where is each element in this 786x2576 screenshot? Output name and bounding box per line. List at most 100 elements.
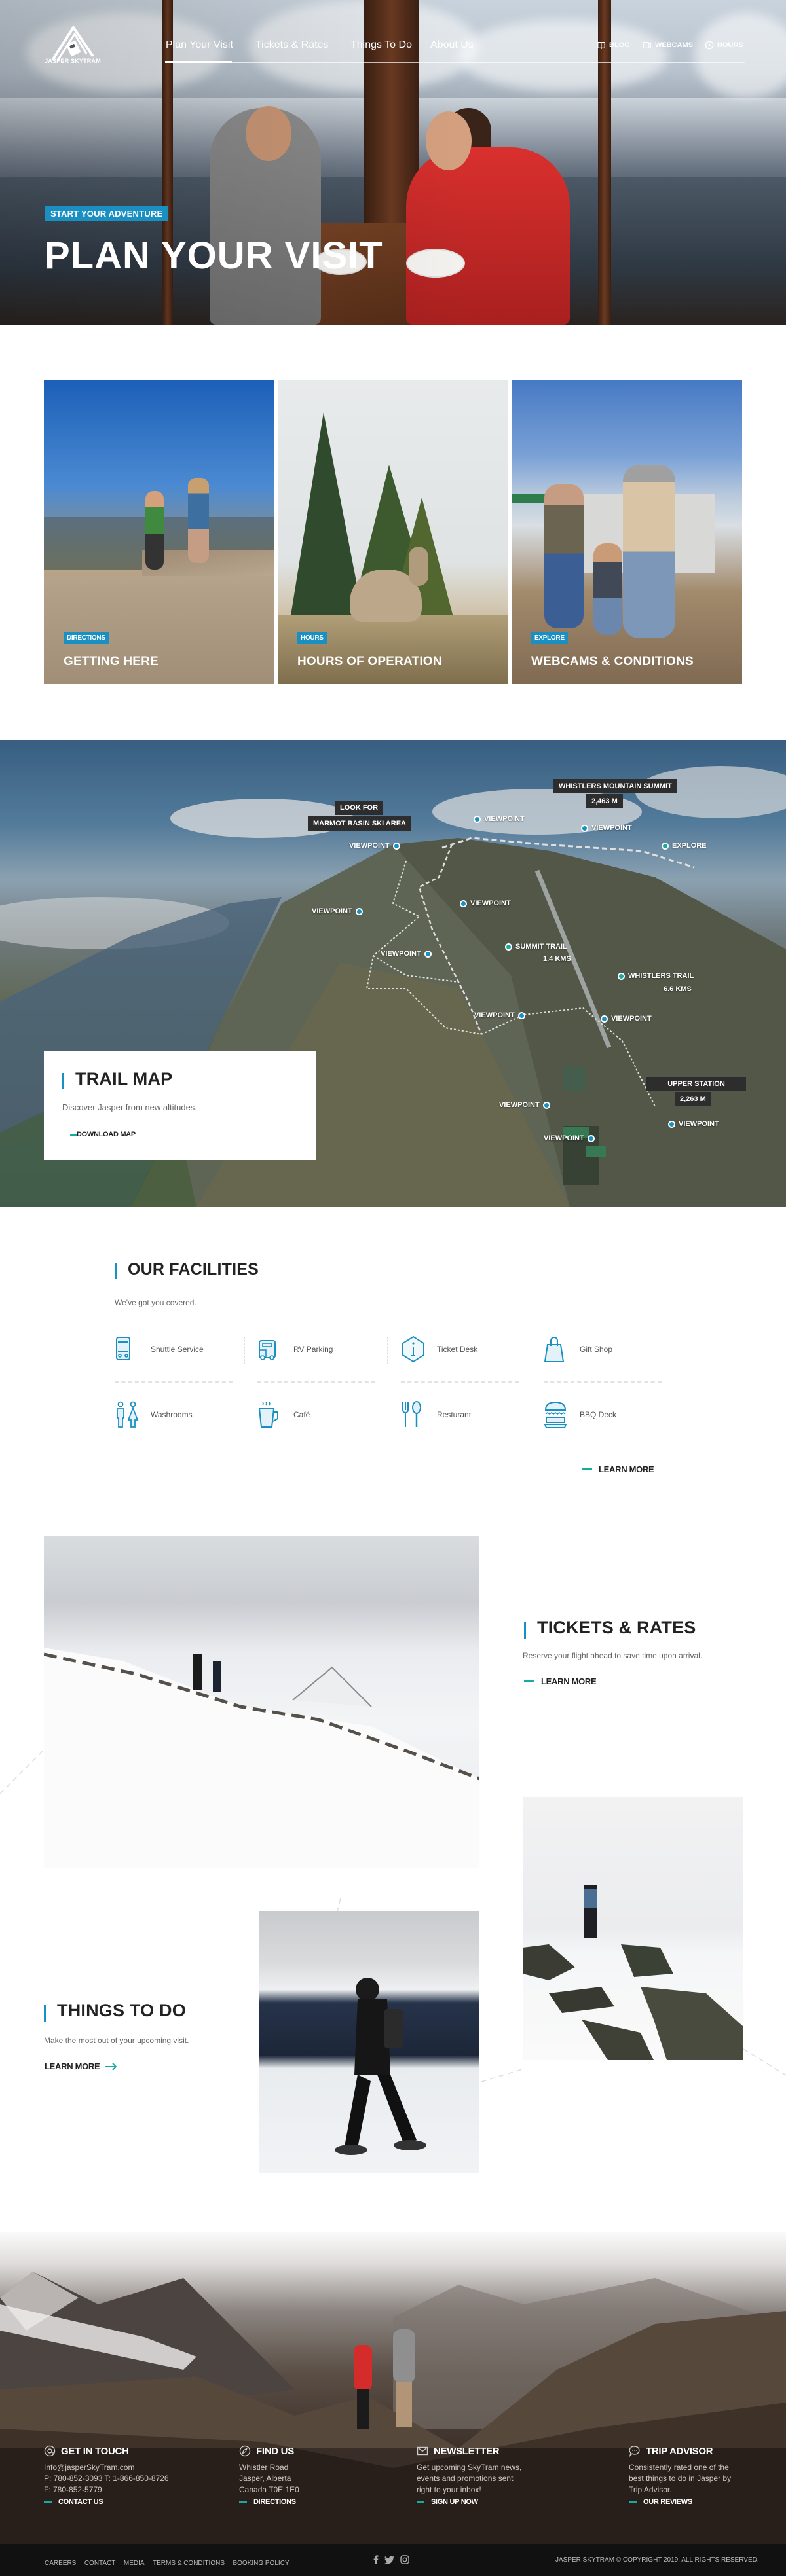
facility-ticket-desk: Ticket Desk [401,1335,477,1363]
map-whistlers-trail[interactable]: WHISTLERS TRAIL [618,972,694,980]
map-tag-summit: WHISTLERS MOUNTAIN SUMMIT [553,779,677,793]
things-learn-more[interactable]: LEARN MORE [45,2061,118,2071]
twitter-icon[interactable] [384,2555,394,2564]
card-getting-here[interactable]: DIRECTIONS GETTING HERE [44,380,274,684]
footer-link-contact[interactable]: CONTACT [84,2560,116,2567]
whistlers-trail-label: WHISTLERS TRAIL [628,972,694,980]
card-title: GETTING HERE [64,655,159,668]
bus-icon [116,1337,130,1360]
tickets-learn-more[interactable]: LEARN MORE [524,1677,597,1686]
facility-washrooms: Washrooms [115,1401,193,1428]
directions-link[interactable]: DIRECTIONS [239,2498,370,2506]
things-description: Make the most out of your upcoming visit… [44,2036,189,2045]
coffee-icon [258,1402,278,1428]
bighorn-sheep-head [409,547,428,586]
facility-label: BBQ Deck [580,1410,617,1419]
facility-bbq-deck: BBQ Deck [544,1401,616,1428]
footer-find-us: FIND US Whistler Road Jasper, Alberta Ca… [239,2445,370,2506]
nav-about-us[interactable]: About Us [430,39,474,51]
map-summit-trail[interactable]: SUMMIT TRAIL [505,943,567,951]
facility-label: Shuttle Service [151,1345,204,1354]
footer-heading: FIND US [256,2445,294,2457]
download-map-label: DOWNLOAD MAP [77,1131,136,1138]
divider [544,1381,662,1383]
section-accent-bar [524,1622,526,1639]
viewpoint-marker-icon [581,824,588,832]
download-map-link[interactable]: DOWNLOAD MAP [70,1131,136,1138]
card-badge: DIRECTIONS [64,632,109,644]
viewpoint-label: VIEWPOINT [312,907,352,915]
map-tag-summit-elevation: 2,463 M [586,794,623,808]
map-viewpoint[interactable]: VIEWPOINT [544,1134,595,1142]
trail-map-title: TRAIL MAP [75,1069,173,1089]
facility-label: Resturant [437,1410,472,1419]
map-viewpoint[interactable]: VIEWPOINT [499,1101,550,1109]
viewpoint-label: VIEWPOINT [470,899,511,907]
sign-up-link[interactable]: SIGN UP NOW [417,2498,528,2506]
summit-trail-length: 1.4 KMS [543,955,571,963]
facility-gift-shop: Gift Shop [544,1335,612,1363]
footer-link-media[interactable]: MEDIA [124,2560,145,2567]
map-viewpoint[interactable]: VIEWPOINT [460,899,511,907]
util-hours-link[interactable]: HOURS [705,41,743,50]
facility-label: Café [293,1410,310,1419]
map-viewpoint[interactable]: VIEWPOINT [668,1120,719,1128]
social-links [373,2555,409,2564]
section-accent-bar [62,1073,64,1089]
footer-link-booking-policy[interactable]: BOOKING POLICY [233,2560,289,2567]
card-title: HOURS OF OPERATION [297,655,442,668]
card-hours-of-operation[interactable]: HOURS HOURS OF OPERATION [278,380,508,684]
map-viewpoint[interactable]: VIEWPOINT [474,815,525,823]
rocks [523,1885,743,2060]
facility-label: RV Parking [293,1345,333,1354]
footer-link-terms[interactable]: TERMS & CONDITIONS [153,2560,225,2567]
card-webcams-conditions[interactable]: EXPLORE WEBCAMS & CONDITIONS [512,380,742,684]
photo-rocky-hiker [523,1797,743,2060]
map-viewpoint[interactable]: VIEWPOINT [601,1015,652,1023]
arrow-right-icon [105,2062,117,2071]
email-link[interactable]: Info@jasperSkyTram.com [44,2463,134,2472]
dash-icon [239,2501,247,2503]
nav-plan-your-visit[interactable]: Plan Your Visit [166,39,233,51]
facility-rv-parking: RV Parking [257,1335,333,1363]
map-viewpoint[interactable]: VIEWPOINT [581,824,632,832]
book-icon [597,41,605,50]
card-grass [278,615,508,684]
util-blog-label: BLOG [609,41,630,49]
photo-snowshoe-hiker [259,1911,479,2173]
util-webcams-link[interactable]: WEBCAMS [643,41,693,50]
map-viewpoint[interactable]: VIEWPOINT [474,1011,525,1019]
footer-heading: TRIP ADVISOR [646,2445,713,2457]
hero-kicker-badge[interactable]: START YOUR ADVENTURE [45,206,168,221]
util-blog-link[interactable]: BLOG [597,41,630,50]
footer-heading: GET IN TOUCH [61,2445,129,2457]
nav-things-to-do[interactable]: Things To Do [350,39,412,51]
nav-tickets-rates[interactable]: Tickets & Rates [255,39,328,51]
at-sign-icon [44,2445,56,2457]
link-label: DIRECTIONS [253,2498,296,2506]
our-reviews-link[interactable]: OUR REVIEWS [629,2498,743,2506]
facebook-icon[interactable] [373,2555,379,2564]
address-line: Jasper, Alberta [239,2474,291,2483]
map-explore[interactable]: EXPLORE [662,842,707,850]
facilities-learn-more[interactable]: LEARN MORE [582,1464,654,1474]
card-badge: HOURS [297,632,327,644]
map-viewpoint[interactable]: VIEWPOINT [381,950,432,958]
footer-trip-advisor: TRIP ADVISOR Consistently rated one of t… [629,2445,743,2506]
viewpoint-marker-icon [474,815,481,823]
viewpoint-marker-icon [392,842,400,850]
compass-icon [239,2445,251,2457]
instagram-icon[interactable] [400,2555,409,2564]
facilities-title: OUR FACILITIES [128,1260,259,1279]
divider [257,1381,375,1383]
viewpoint-label: VIEWPOINT [679,1120,719,1128]
address-line: Whistler Road [239,2463,289,2472]
map-viewpoint[interactable]: VIEWPOINT [349,842,400,850]
footer-link-careers[interactable]: CAREERS [45,2560,76,2567]
map-viewpoint[interactable]: VIEWPOINT [312,907,363,915]
shopping-bag-icon [544,1337,565,1362]
contact-us-link[interactable]: CONTACT US [44,2498,195,2506]
viewpoint-label: VIEWPOINT [544,1134,584,1142]
newsletter-text: Get upcoming SkyTram news, events and pr… [417,2463,522,2494]
logo-text: JASPER SKYTRAM [45,58,101,64]
